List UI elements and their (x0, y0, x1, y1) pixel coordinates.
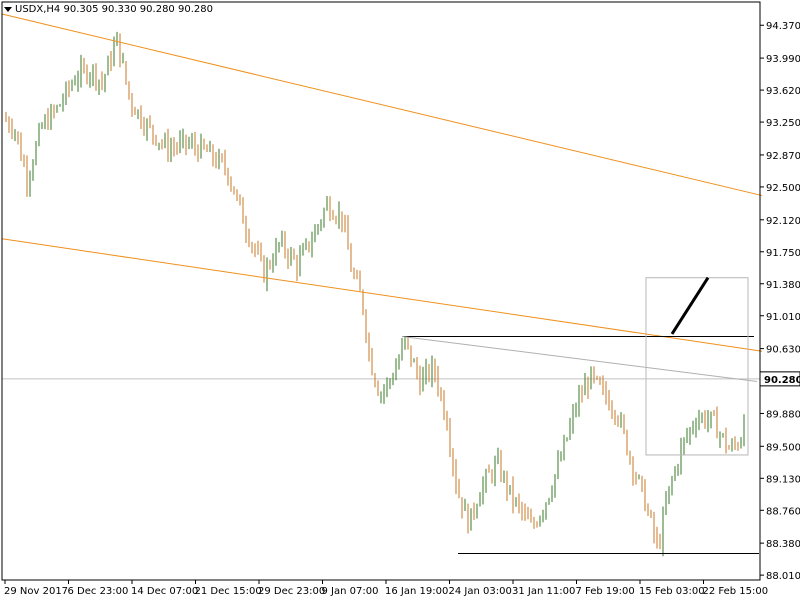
breakout-arrow-line[interactable] (670, 276, 710, 335)
y-tick-label: 93.990 (766, 54, 800, 65)
neckline[interactable] (401, 336, 758, 382)
y-tick-label: 92.870 (766, 151, 800, 162)
y-tick-label: 93.250 (766, 118, 800, 129)
y-tick-label: 94.370 (766, 21, 800, 32)
y-tick-label: 91.010 (766, 312, 800, 323)
y-tick-label: 91.750 (766, 248, 800, 259)
x-tick-label: 16 Jan 19:00 (385, 586, 448, 597)
trend-line[interactable] (1, 238, 763, 352)
x-tick-label: 21 Dec 15:00 (195, 586, 262, 597)
target-rectangle[interactable] (645, 277, 749, 456)
y-tick-label: 91.380 (766, 280, 800, 291)
annotations-layer (1, 13, 763, 555)
trend-line[interactable] (1, 13, 763, 197)
x-tick-label: 9 Jan 07:00 (322, 586, 379, 597)
y-tick-label: 92.500 (766, 183, 800, 194)
x-tick-label: 29 Dec 23:00 (258, 586, 325, 597)
y-tick-label: 90.630 (766, 345, 800, 356)
x-tick-label: 15 Feb 03:00 (639, 586, 705, 597)
x-tick-label: 14 Dec 07:00 (131, 586, 198, 597)
y-tick-label: 88.010 (766, 571, 800, 582)
y-tick-label: 92.120 (766, 216, 800, 227)
y-tick-label: 88.760 (766, 506, 800, 517)
x-tick-label: 6 Dec 23:00 (68, 586, 129, 597)
x-tick-label: 24 Jan 03:00 (449, 586, 512, 597)
y-tick-label: 88.380 (766, 539, 800, 550)
y-tick-label: 93.620 (766, 86, 800, 97)
current-price-label: 90.280 (764, 375, 800, 386)
x-tick-label: 7 Feb 19:00 (576, 586, 635, 597)
axes-layer: 88.010 88.380 88.760 89.130 89.500 89.880 90.2… (1, 1, 800, 597)
price-chart[interactable]: 88.010 88.380 88.760 89.130 89.500 89.880 90.2… (0, 0, 800, 600)
x-tick-label: 29 Nov 2017 (4, 586, 68, 597)
x-tick-label: 22 Feb 15:00 (703, 586, 769, 597)
y-tick-label: 89.130 (766, 474, 800, 485)
y-tick-label: 89.880 (766, 409, 800, 420)
y-tick-label: 89.500 (766, 442, 800, 453)
x-tick-label: 31 Jan 11:00 (512, 586, 575, 597)
